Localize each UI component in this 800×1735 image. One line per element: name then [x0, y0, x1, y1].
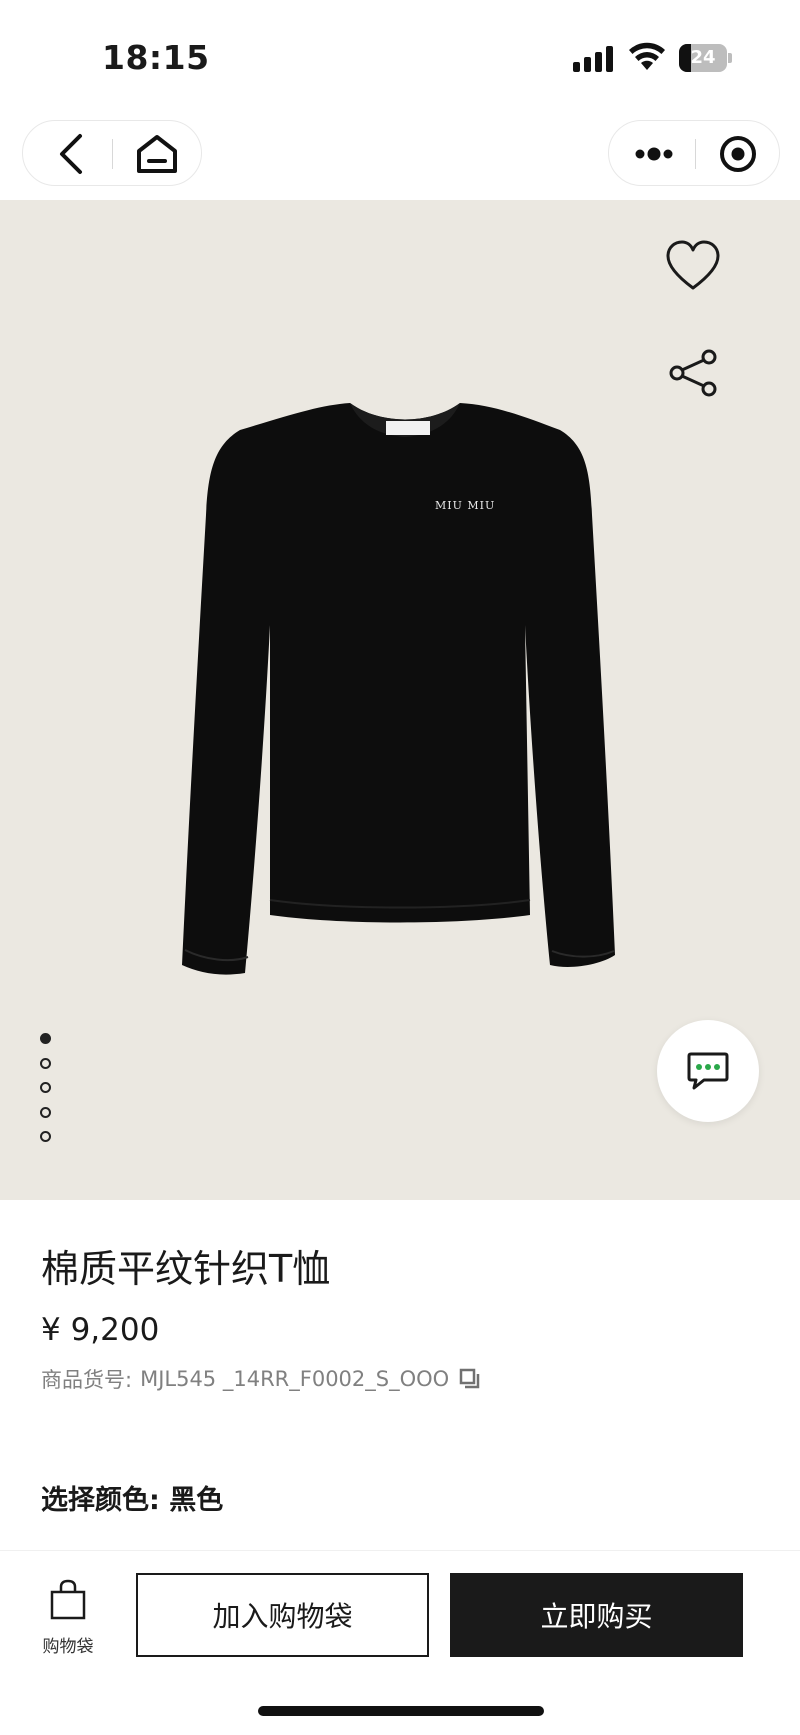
- more-button[interactable]: [615, 121, 693, 187]
- pagination-dot[interactable]: [40, 1131, 51, 1142]
- back-button[interactable]: [31, 121, 111, 187]
- customer-service-button[interactable]: [657, 1020, 759, 1122]
- home-icon: [137, 135, 177, 173]
- status-bar: 18:15 24: [0, 0, 800, 110]
- battery-level: 24: [690, 47, 716, 68]
- pagination-dot[interactable]: [40, 1033, 51, 1044]
- product-gallery[interactable]: MIU MIU: [0, 200, 800, 1200]
- heart-icon: [666, 240, 720, 290]
- target-icon: [720, 136, 756, 172]
- status-time: 18:15: [102, 38, 210, 77]
- share-icon: [669, 349, 717, 397]
- share-button[interactable]: [667, 348, 721, 398]
- home-indicator: [258, 1706, 544, 1716]
- shopping-bag-label: 购物袋: [42, 1637, 94, 1657]
- back-icon: [60, 134, 82, 174]
- buy-now-button[interactable]: 立即购买: [450, 1573, 743, 1657]
- product-price: ¥ 9,200: [41, 1312, 160, 1348]
- nav-capsule-left: [22, 120, 202, 186]
- sku-label: 商品货号:: [41, 1368, 133, 1392]
- favorite-button[interactable]: [662, 236, 724, 298]
- sku-row: 商品货号: MJL545 _14RR_F0002_S_OOO: [41, 1364, 481, 1394]
- bag-icon: [50, 1579, 86, 1620]
- sku-value: MJL545 _14RR_F0002_S_OOO: [140, 1367, 450, 1391]
- home-button[interactable]: [117, 121, 197, 187]
- product-title: 棉质平纹针织T恤: [41, 1247, 331, 1291]
- wifi-icon: [629, 42, 665, 70]
- product-image: MIU MIU: [182, 403, 615, 975]
- close-miniprogram-button[interactable]: [699, 121, 777, 187]
- signal-icon: [573, 46, 615, 72]
- add-to-cart-button[interactable]: 加入购物袋: [136, 1573, 429, 1657]
- pagination-dot[interactable]: [40, 1082, 51, 1093]
- more-icon: [635, 147, 673, 161]
- copy-icon[interactable]: [459, 1368, 481, 1390]
- battery-icon: 24: [679, 44, 732, 72]
- shopping-bag-button[interactable]: 购物袋: [30, 1576, 106, 1657]
- pagination-dot[interactable]: [40, 1106, 51, 1118]
- brand-embroidery: MIU MIU: [435, 499, 495, 512]
- gallery-pagination: [40, 1033, 52, 1156]
- nav-capsule-right: [608, 120, 780, 186]
- pagination-dot[interactable]: [40, 1057, 51, 1069]
- chat-icon: [687, 1052, 729, 1090]
- color-selection-label: 选择颜色: 黑色: [41, 1485, 224, 1516]
- bottom-action-bar: 购物袋 加入购物袋 立即购买: [0, 1550, 800, 1735]
